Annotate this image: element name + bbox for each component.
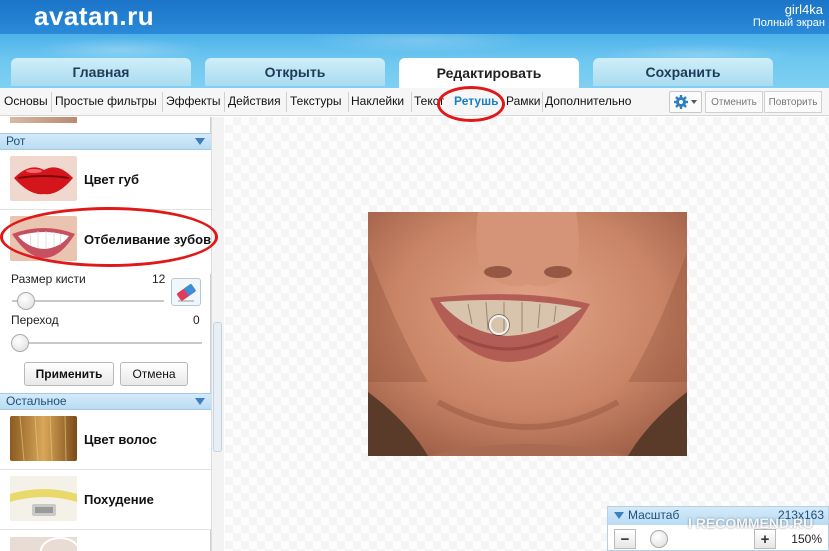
collapse-arrow-icon (195, 398, 205, 405)
site-logo[interactable]: avatan.ru (34, 1, 154, 32)
tab-open[interactable]: Открыть (205, 58, 385, 86)
submenu-stickers[interactable]: Наклейки (351, 94, 404, 108)
apply-button[interactable]: Применить (24, 362, 114, 386)
sidebar-scroll-thumb[interactable] (213, 322, 222, 452)
transition-label: Переход (11, 313, 59, 327)
fullscreen-link[interactable]: Полный экран (753, 17, 825, 29)
highlight-retouch-annotation (437, 86, 505, 122)
hair-thumbnail (10, 416, 77, 461)
brush-size-value: 12 (152, 272, 166, 286)
cancel-button[interactable]: Отмена (120, 362, 188, 386)
user-name[interactable]: girl4ka (785, 2, 823, 17)
submenu-textures[interactable]: Текстуры (290, 94, 342, 108)
divider (411, 92, 412, 112)
collapse-arrow-icon (195, 138, 205, 145)
tab-save[interactable]: Сохранить (593, 58, 773, 86)
section-other-label: Остальное (6, 394, 67, 408)
brush-size-label: Размер кисти (11, 272, 86, 286)
divider (224, 92, 225, 112)
submenu-simple-filters[interactable]: Простые фильтры (55, 94, 157, 108)
tool-hair-color-label: Цвет волос (84, 432, 157, 447)
tool-lip-color[interactable]: Цвет губ (0, 150, 211, 210)
transition-slider-knob[interactable] (11, 334, 29, 352)
tool-slimming[interactable]: Похудение (0, 470, 211, 530)
lips-thumbnail (10, 156, 77, 201)
tab-home[interactable]: Главная (11, 58, 191, 86)
divider (348, 92, 349, 112)
partial-thumbnail (10, 537, 77, 551)
tool-slimming-label: Похудение (84, 492, 154, 507)
section-mouth-label: Рот (6, 134, 26, 148)
submenu-actions[interactable]: Действия (228, 94, 281, 108)
transition-slider-track[interactable] (12, 342, 202, 344)
divider (162, 92, 163, 112)
zoom-in-button[interactable]: + (754, 529, 776, 549)
eraser-button[interactable] (171, 278, 201, 306)
submenu-effects[interactable]: Эффекты (166, 94, 221, 108)
section-other[interactable]: Остальное (0, 393, 211, 410)
undo-button[interactable]: Отменить (705, 91, 763, 113)
redo-button[interactable]: Повторить (764, 91, 822, 113)
submenu-more[interactable]: Дополнительно (545, 94, 631, 108)
header: avatan.ru girl4ka Полный экран Главная О… (0, 0, 829, 88)
zoom-value: 150% (791, 532, 822, 546)
brush-size-slider-knob[interactable] (17, 292, 35, 310)
divider (286, 92, 287, 112)
divider (542, 92, 543, 112)
divider (51, 92, 52, 112)
tab-edit[interactable]: Редактировать (399, 58, 579, 88)
watermark-logo: I RECOMMEND.RU (688, 515, 814, 531)
brush-cursor (489, 315, 509, 335)
partial-thumbnail (10, 117, 77, 123)
submenu-basics[interactable]: Основы (4, 94, 48, 108)
settings-dropdown[interactable] (669, 91, 702, 113)
photo-canvas[interactable] (368, 212, 687, 456)
submenu-frames[interactable]: Рамки (506, 94, 540, 108)
gear-icon (674, 95, 697, 109)
highlight-teeth-annotation (0, 207, 218, 267)
zoom-out-button[interactable]: − (614, 529, 636, 549)
collapse-arrow-icon (614, 512, 624, 519)
tool-hair-color[interactable]: Цвет волос (0, 410, 211, 470)
transition-value: 0 (193, 313, 200, 327)
section-mouth[interactable]: Рот (0, 133, 211, 150)
app-window: avatan.ru girl4ka Полный экран Главная О… (0, 0, 829, 551)
zoom-label: Масштаб (628, 508, 680, 522)
measuring-tape-thumbnail (10, 476, 77, 521)
tool-lip-color-label: Цвет губ (84, 172, 140, 187)
zoom-slider-knob[interactable] (650, 530, 668, 548)
eraser-icon (177, 283, 196, 302)
